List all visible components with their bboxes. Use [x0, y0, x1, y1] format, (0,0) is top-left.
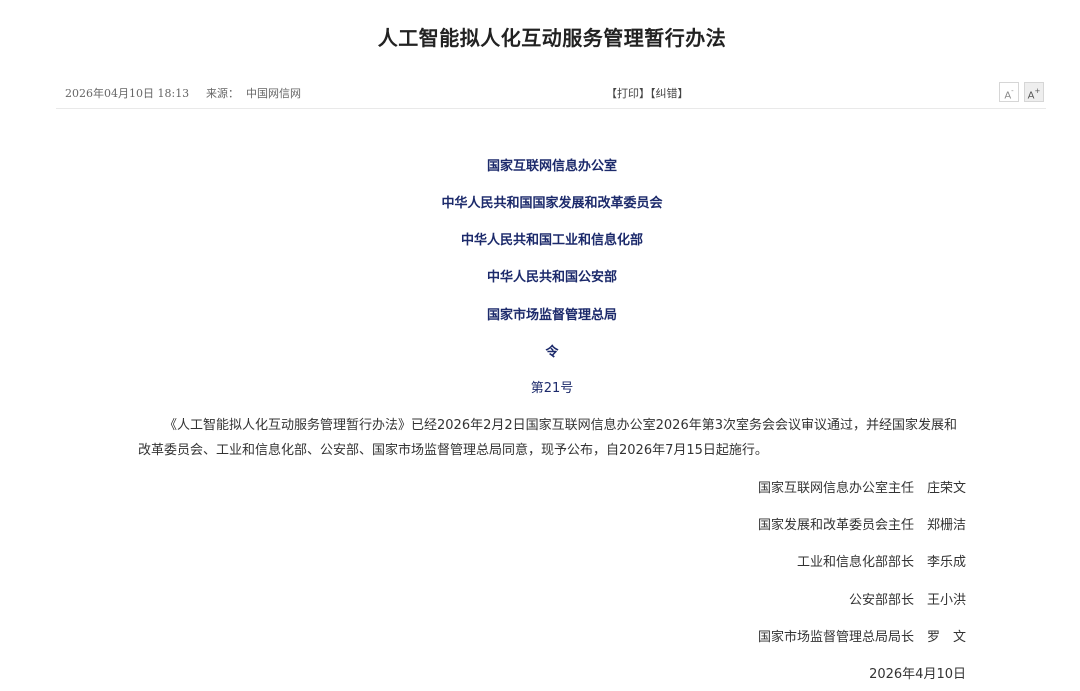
font-increase-button[interactable]: A+ [1024, 82, 1044, 102]
print-link[interactable]: 【打印】 [606, 87, 650, 100]
issuer-miit: 中华人民共和国工业和信息化部 [460, 233, 643, 248]
signatory-miit: 工业和信息化部部长 李乐成 [796, 555, 966, 570]
source-value: 中国网信网 [246, 87, 301, 100]
page-title: 人工智能拟人化互动服务管理暂行办法 [377, 26, 727, 50]
publish-date: 2026年04月10日 18:13 [65, 87, 190, 100]
issuer-ndrc: 中华人民共和国国家发展和改革委员会 [441, 196, 663, 211]
signatory-samr: 国家市场监督管理总局局长 罗 文 [757, 630, 966, 645]
issuer-cac: 国家互联网信息办公室 [486, 159, 617, 174]
decree-number: 第21号 [530, 381, 574, 396]
signatory-mps: 公安部部长 王小洪 [848, 593, 966, 608]
issuer-mps: 中华人民共和国公安部 [486, 270, 617, 285]
signatory-cac: 国家互联网信息办公室主任 庄荣文 [757, 481, 966, 496]
plus-icon: + [1034, 87, 1041, 95]
sign-date: 2026年4月10日 [869, 667, 966, 682]
issuer-samr: 国家市场监督管理总局 [486, 308, 617, 323]
article-meta-bar: 2026年04月10日 18:13 来源： 中国网信网 【打印】【纠错】 A- … [56, 80, 1046, 109]
font-decrease-button[interactable]: A- [999, 82, 1019, 102]
signatory-ndrc: 国家发展和改革委员会主任 郑栅洁 [757, 518, 966, 533]
source-label: 来源： [206, 87, 239, 100]
decree-body-paragraph: 《人工智能拟人化互动服务管理暂行办法》已经2026年2月2日国家互联网信息办公室… [138, 418, 957, 458]
article-actions: 【打印】【纠错】 [606, 85, 689, 101]
order-label: 令 [545, 345, 559, 360]
correct-link[interactable]: 【纠错】 [650, 87, 689, 100]
minus-icon: - [1011, 87, 1014, 95]
